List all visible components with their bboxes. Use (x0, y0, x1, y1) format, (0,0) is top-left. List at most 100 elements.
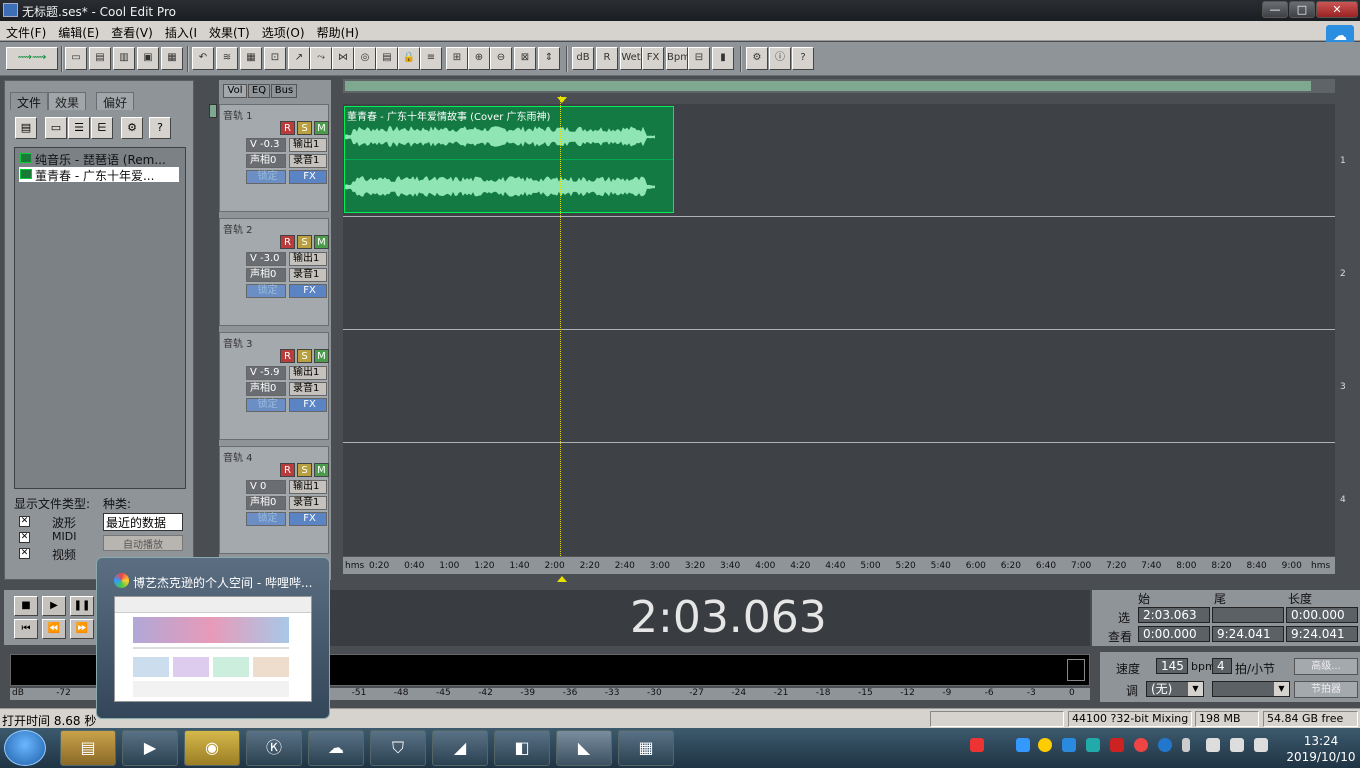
output-field[interactable]: 输出1 (289, 252, 327, 266)
meters-icon[interactable]: ⊟ (688, 47, 710, 70)
record-input-field[interactable]: 录音1 (289, 496, 327, 510)
lock-button[interactable]: 锁定 (246, 170, 286, 184)
record-arm-button[interactable]: R (280, 121, 295, 135)
open-folder-icon[interactable]: ▤ (89, 47, 111, 70)
record-arm-button[interactable]: R (280, 463, 295, 477)
menu-help[interactable]: 帮助(H) (311, 21, 365, 41)
music-tray-icon[interactable] (1134, 738, 1148, 752)
chevron-down-icon[interactable]: ▼ (1274, 682, 1289, 696)
lock-button[interactable]: 锁定 (246, 284, 286, 298)
volume-field[interactable]: V -3.0 (246, 252, 286, 266)
app-icon[interactable] (3, 3, 18, 17)
video-checkbox[interactable]: ✕ (19, 548, 30, 559)
play-icon[interactable]: ▶ (42, 596, 66, 616)
lock-icon[interactable]: 🔒 (398, 47, 420, 70)
info-icon[interactable]: ⓘ (769, 47, 791, 70)
shield-icon[interactable]: ⛉ (370, 730, 426, 766)
record-input-field[interactable]: 录音1 (289, 382, 327, 396)
mute-button[interactable]: M (314, 235, 329, 249)
track-header-1[interactable]: 音轨 1 R S M V -0.3 输出1 声相0 录音1 锁定 FX (219, 104, 329, 212)
zoom-selection-icon[interactable]: ⊞ (446, 47, 468, 70)
bpm-icon[interactable]: Bpm (666, 47, 690, 70)
security-tray-icon[interactable] (1038, 738, 1052, 752)
volume-field[interactable]: V -0.3 (246, 138, 286, 152)
k-tray-icon[interactable] (1158, 738, 1172, 752)
lock-button[interactable]: 锁定 (246, 512, 286, 526)
office-icon[interactable]: ◧ (494, 730, 550, 766)
wet-icon[interactable]: Wet (620, 47, 642, 70)
media-player-icon[interactable]: ▶ (122, 730, 178, 766)
vertical-scroll-thumb[interactable] (209, 104, 217, 118)
time-ruler[interactable]: hms 0:20 0:40 1:00 1:20 1:40 2:00 2:20 2:40 3:00 3… (343, 556, 1335, 574)
output-field[interactable]: 输出1 (289, 138, 327, 152)
browser-icon[interactable]: ◉ (184, 730, 240, 766)
volume-field[interactable]: V -5.9 (246, 366, 286, 380)
selection-length-field[interactable]: 0:00.000 (1286, 607, 1358, 623)
record-input-field[interactable]: 录音1 (289, 154, 327, 168)
playhead-top-marker[interactable] (557, 97, 567, 103)
forward-icon[interactable]: ⏩ (70, 619, 94, 639)
beats-field[interactable]: 4 (1212, 658, 1232, 674)
close-file-icon[interactable]: ▭ (45, 117, 67, 139)
mute-button[interactable]: M (314, 121, 329, 135)
scale-select[interactable]: ▼ (1212, 681, 1290, 697)
maximize-button[interactable]: □ (1289, 1, 1315, 18)
tab-eq[interactable]: EQ (248, 84, 270, 98)
pan-field[interactable]: 声相0 (246, 496, 286, 510)
volume-icon[interactable] (1254, 738, 1268, 752)
help-icon[interactable]: ? (792, 47, 814, 70)
k-app-icon[interactable]: Ⓚ (246, 730, 302, 766)
winrar-icon[interactable]: ▦ (618, 730, 674, 766)
start-button[interactable] (4, 730, 46, 766)
track-header-3[interactable]: 音轨 3 R S M V -5.9 输出1 声相0 录音1 锁定 FX (219, 332, 329, 440)
speed-field[interactable]: 145 (1156, 658, 1188, 674)
track-lane-2[interactable] (343, 217, 1335, 330)
stop-icon[interactable]: ■ (14, 596, 38, 616)
cursor-icon[interactable]: ↗ (288, 47, 310, 70)
insert-file-icon[interactable]: ☰ (68, 117, 90, 139)
network-icon[interactable] (1206, 738, 1220, 752)
tab-vol[interactable]: Vol (223, 84, 247, 98)
levels-icon[interactable]: ▮ (712, 47, 734, 70)
help-icon[interactable]: ? (149, 117, 171, 139)
reverb-icon[interactable]: R (596, 47, 618, 70)
record-arm-button[interactable]: R (280, 349, 295, 363)
playhead-bottom-marker[interactable] (557, 576, 567, 582)
mute-button[interactable]: M (314, 349, 329, 363)
loop-icon[interactable]: ⊡ (264, 47, 286, 70)
menu-view[interactable]: 查看(V) (105, 21, 159, 41)
output-field[interactable]: 输出1 (289, 366, 327, 380)
output-field[interactable]: 输出1 (289, 480, 327, 494)
mute-button[interactable]: M (314, 463, 329, 477)
open-append-icon[interactable]: ▥ (113, 47, 135, 70)
audio-clip[interactable]: 董青春 - 广东十年爱情故事 (Cover 广东雨神) (344, 106, 674, 213)
app-tray-icon[interactable] (1086, 738, 1100, 752)
rewind-icon[interactable]: ⏪ (42, 619, 66, 639)
open-folder-icon[interactable]: ▤ (15, 117, 37, 139)
minimize-button[interactable]: — (1262, 1, 1288, 18)
mixdown-icon[interactable]: ≋ (216, 47, 238, 70)
envelope-icon[interactable]: ⋈ (332, 47, 354, 70)
close-button[interactable]: ✕ (1316, 1, 1358, 18)
record-input-field[interactable]: 录音1 (289, 268, 327, 282)
view-end-field[interactable]: 9:24.041 (1212, 626, 1284, 642)
keyboard-tray-icon[interactable] (1062, 738, 1076, 752)
clip-indicator[interactable] (1067, 659, 1085, 681)
snap-icon[interactable]: ▦ (240, 47, 262, 70)
db-icon[interactable]: dB (572, 47, 594, 70)
recorder-tray-icon[interactable] (1110, 738, 1124, 752)
time-select-icon[interactable]: ⤳ (310, 47, 332, 70)
list-item[interactable]: 纯音乐 - 琵琶语 (Rem... (19, 151, 179, 166)
tab-files[interactable]: 文件 (10, 92, 49, 110)
zoom-out-icon[interactable]: ⊖ (490, 47, 512, 70)
tab-effects[interactable]: 效果 (48, 92, 87, 110)
selection-end-field[interactable] (1212, 607, 1284, 623)
menu-file[interactable]: 文件(F) (0, 21, 52, 41)
cloud-tray-icon[interactable] (1016, 738, 1030, 752)
go-start-icon[interactable]: ⏮ (14, 619, 38, 639)
waveform-checkbox[interactable]: ✕ (19, 516, 30, 527)
clock[interactable]: 13:24 2019/10/10 (1286, 733, 1356, 765)
baidu-netdisk-icon[interactable]: ☁ (308, 730, 364, 766)
cool-edit-icon[interactable]: ◣ (556, 730, 612, 766)
zoom-full-icon[interactable]: ⊠ (514, 47, 536, 70)
